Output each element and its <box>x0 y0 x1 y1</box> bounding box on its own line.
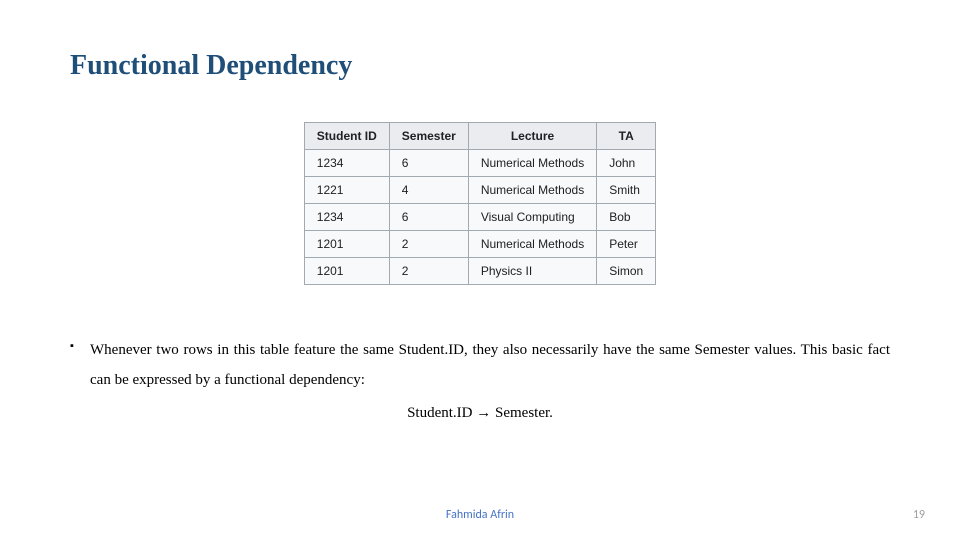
table-header-row: Student ID Semester Lecture TA <box>304 123 655 150</box>
cell: 1201 <box>304 258 389 285</box>
table-row: 1221 4 Numerical Methods Smith <box>304 177 655 204</box>
col-header: TA <box>597 123 656 150</box>
cell: 6 <box>389 204 468 231</box>
cell: 1234 <box>304 150 389 177</box>
cell: Numerical Methods <box>468 150 596 177</box>
footer-page-number: 19 <box>913 508 925 522</box>
cell: Numerical Methods <box>468 177 596 204</box>
cell: Physics II <box>468 258 596 285</box>
cell: 2 <box>389 258 468 285</box>
col-header: Lecture <box>468 123 596 150</box>
cell: Bob <box>597 204 656 231</box>
table-container: Student ID Semester Lecture TA 1234 6 Nu… <box>70 122 890 285</box>
bullet-item: Whenever two rows in this table feature … <box>70 335 890 395</box>
col-header: Semester <box>389 123 468 150</box>
footer-author: Fahmida Afrin <box>446 508 514 522</box>
cell: Smith <box>597 177 656 204</box>
cell: 1221 <box>304 177 389 204</box>
cell: John <box>597 150 656 177</box>
slide: Functional Dependency Student ID Semeste… <box>0 0 960 540</box>
table-row: 1201 2 Physics II Simon <box>304 258 655 285</box>
page-title: Functional Dependency <box>70 50 890 82</box>
cell: Peter <box>597 231 656 258</box>
table-row: 1234 6 Numerical Methods John <box>304 150 655 177</box>
cell: Visual Computing <box>468 204 596 231</box>
cell: 2 <box>389 231 468 258</box>
functional-dependency-expression: Student.ID → Semester. <box>70 405 890 422</box>
cell: Simon <box>597 258 656 285</box>
cell: 6 <box>389 150 468 177</box>
cell: 4 <box>389 177 468 204</box>
cell: 1201 <box>304 231 389 258</box>
table-row: 1201 2 Numerical Methods Peter <box>304 231 655 258</box>
bullet-list: Whenever two rows in this table feature … <box>70 335 890 395</box>
cell: 1234 <box>304 204 389 231</box>
table-row: 1234 6 Visual Computing Bob <box>304 204 655 231</box>
cell: Numerical Methods <box>468 231 596 258</box>
col-header: Student ID <box>304 123 389 150</box>
data-table: Student ID Semester Lecture TA 1234 6 Nu… <box>304 122 656 285</box>
